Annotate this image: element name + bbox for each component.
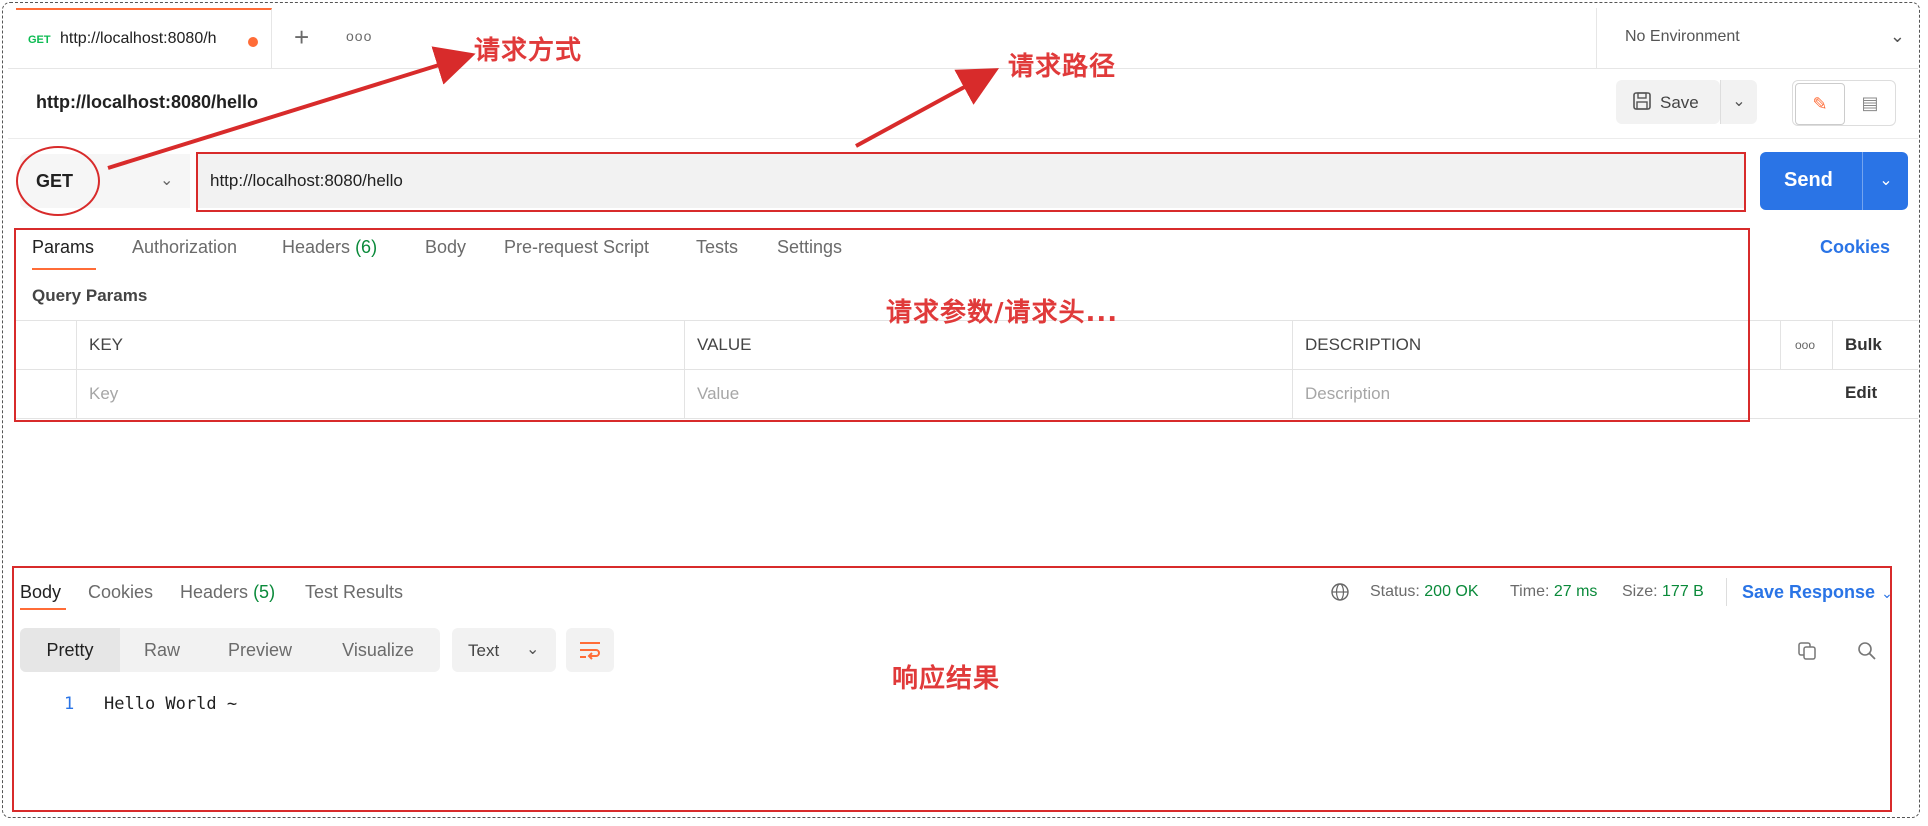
annotation-arrows bbox=[107, 46, 1000, 170]
arrow-to-path-label bbox=[855, 68, 1000, 148]
arrow-to-method-label bbox=[107, 46, 476, 170]
